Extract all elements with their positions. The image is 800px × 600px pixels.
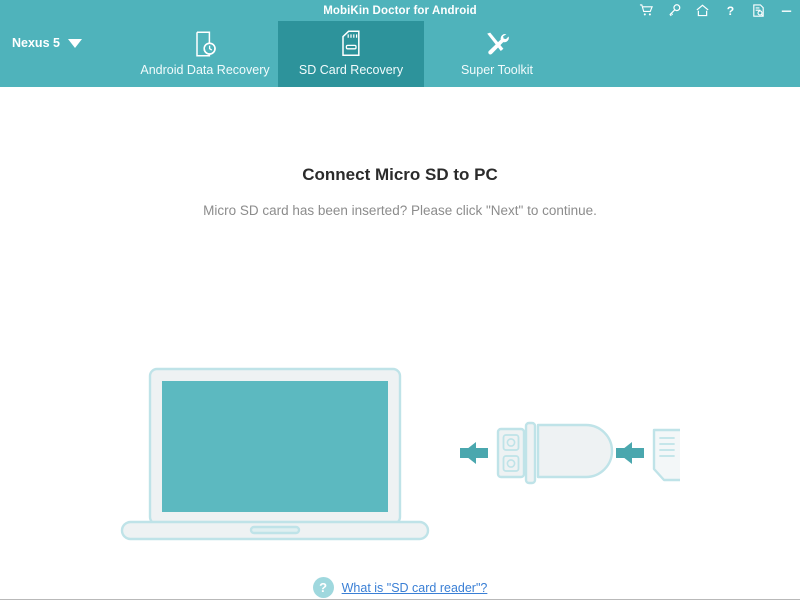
question-mark-icon[interactable]: ?	[312, 577, 334, 598]
home-icon[interactable]	[695, 3, 710, 18]
sd-card-icon	[340, 29, 362, 59]
page-headline: Connect Micro SD to PC	[302, 165, 498, 184]
minimize-icon[interactable]	[779, 3, 794, 18]
caret-down-icon	[67, 38, 82, 48]
help-icon[interactable]: ?	[723, 3, 738, 18]
device-name-label: Nexus 5	[12, 36, 60, 50]
cart-icon[interactable]	[639, 3, 654, 18]
title-bar-icons: ?	[639, 0, 794, 21]
key-icon[interactable]	[667, 3, 682, 18]
app-window: MobiKin Doctor for Android ? Nexus 5 And…	[0, 0, 800, 600]
connect-sd-to-pc-illustration	[0, 361, 800, 561]
app-title: MobiKin Doctor for Android	[323, 4, 477, 17]
tab-label-sd-card-recovery: SD Card Recovery	[298, 63, 404, 77]
device-selector[interactable]: Nexus 5	[0, 23, 108, 63]
tab-label-super-toolkit: Super Toolkit	[460, 63, 534, 77]
page-subline: Micro SD card has been inserted? Please …	[203, 203, 597, 218]
title-bar: MobiKin Doctor for Android ?	[0, 0, 800, 21]
content-area: Connect Micro SD to PC Micro SD card has…	[0, 165, 800, 599]
sd-card-reader-help-link[interactable]: What is "SD card reader"?	[342, 581, 488, 595]
nav-bar: Nexus 5 Android Data Recovery SD Card Re…	[0, 21, 800, 87]
tools-icon	[483, 29, 511, 59]
tab-android-data-recovery[interactable]: Android Data Recovery	[132, 21, 278, 87]
phone-recovery-icon	[192, 29, 218, 59]
help-row: ? What is "SD card reader"?	[0, 577, 800, 598]
tab-label-android-data-recovery: Android Data Recovery	[140, 63, 270, 77]
feedback-icon[interactable]	[751, 3, 766, 18]
svg-text:?: ?	[727, 4, 734, 18]
tab-bar: Android Data Recovery SD Card Recovery S…	[132, 21, 570, 87]
tab-super-toolkit[interactable]: Super Toolkit	[424, 21, 570, 87]
tab-sd-card-recovery[interactable]: SD Card Recovery	[278, 21, 424, 87]
